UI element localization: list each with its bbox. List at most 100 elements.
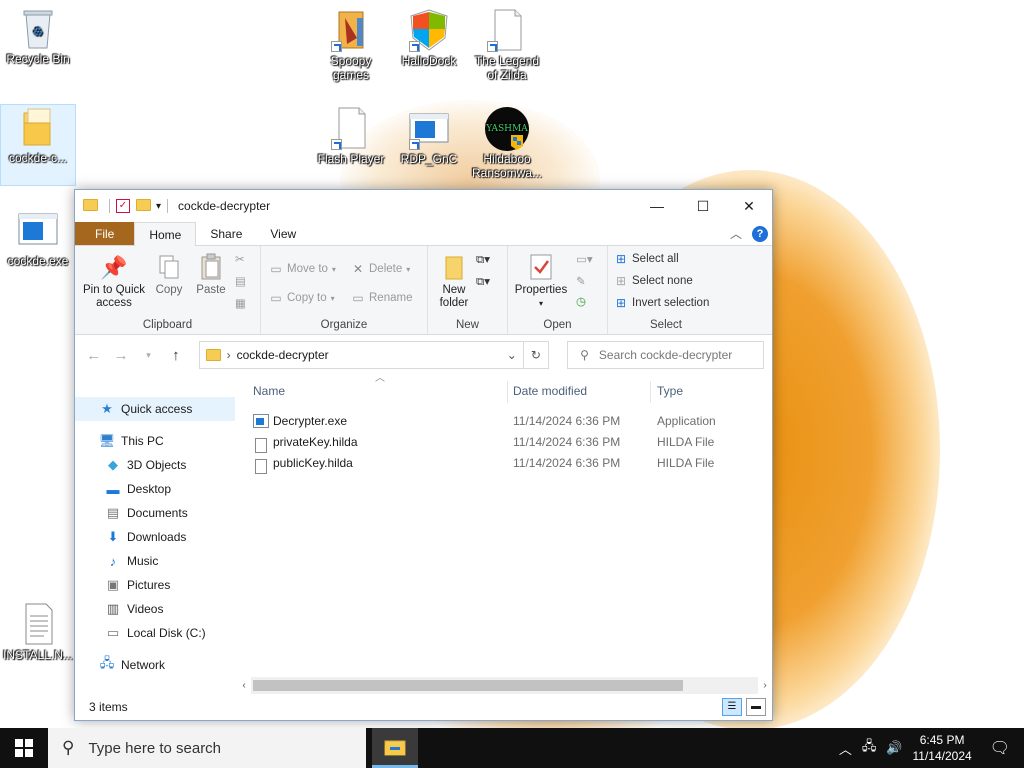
button-label: Move to <box>287 263 328 275</box>
file-row[interactable]: privateKey.hilda 11/14/2024 6:36 PM HILD… <box>245 432 772 453</box>
nav-music[interactable]: ♪ Music <box>75 549 245 573</box>
button-label: New <box>442 284 466 296</box>
edit-icon[interactable]: ✎ <box>576 274 586 288</box>
maximize-button[interactable]: ☐ <box>680 190 726 222</box>
clock[interactable]: 6:45 PM 11/14/2024 <box>913 732 972 764</box>
desktop-icon-cockde-folder[interactable]: cockde-c... <box>0 104 76 186</box>
recent-locations-icon[interactable]: ▾ <box>138 350 159 361</box>
select-all-button[interactable]: ⊞ Select all <box>614 252 679 266</box>
nav-videos[interactable]: ▥ Videos <box>75 597 245 621</box>
nav-local-disk[interactable]: ▭ Local Disk (C:) <box>75 621 245 645</box>
open-icon[interactable]: ▭▾ <box>576 252 593 266</box>
delete-button[interactable]: ✕ Delete ▾ <box>351 262 410 276</box>
history-icon[interactable]: ◷ <box>576 294 586 308</box>
chevron-down-icon[interactable]: ⌄ <box>501 348 523 362</box>
column-header-name[interactable]: Name <box>253 375 285 407</box>
cut-icon[interactable]: ✂ <box>235 252 245 266</box>
details-view-icon[interactable]: ☰ <box>722 698 742 716</box>
volume-icon[interactable]: 🔊 <box>886 740 902 756</box>
nav-label: Downloads <box>127 530 187 544</box>
address-bar[interactable]: › cockde-decrypter ⌄ <box>198 341 524 369</box>
rename-button[interactable]: ▭ Rename <box>351 291 412 305</box>
tab-home[interactable]: Home <box>134 222 197 246</box>
nav-quick-access[interactable]: ★ Quick access <box>75 397 235 421</box>
properties-button[interactable]: Properties ▾ <box>512 252 570 310</box>
easy-access-icon[interactable]: ⧉▾ <box>476 274 490 289</box>
scroll-right-icon[interactable]: › <box>758 680 772 691</box>
nav-pictures[interactable]: ▣ Pictures <box>75 573 245 597</box>
copy-path-icon[interactable]: ▤ <box>235 274 246 288</box>
close-button[interactable]: ✕ <box>726 190 772 222</box>
nav-desktop[interactable]: ▬ Desktop <box>75 477 245 501</box>
title-bar[interactable]: ✓ ▾ cockde-decrypter — ☐ ✕ <box>75 190 772 222</box>
network-icon[interactable]: 🖧 <box>862 737 877 759</box>
refresh-button[interactable]: ↻ <box>523 341 550 369</box>
tab-file[interactable]: File <box>75 222 135 245</box>
minimize-button[interactable]: — <box>634 190 680 222</box>
notifications-icon[interactable]: 🗨 <box>990 738 1010 758</box>
nav-network[interactable]: 🖧 Network <box>75 653 245 677</box>
tab-view[interactable]: View <box>256 222 310 245</box>
desktop-icon-hallodock[interactable]: HalloDock <box>391 8 467 68</box>
desktop-icon-rdp-gnc[interactable]: RDP_GnC <box>391 106 467 166</box>
collapse-ribbon-icon[interactable]: ︿ <box>730 225 742 242</box>
new-folder-button[interactable]: New folder <box>434 252 474 310</box>
paste-shortcut-icon[interactable]: ▦ <box>235 296 246 310</box>
pin-to-quick-access-button[interactable]: 📌 Pin to Quick access <box>81 252 147 310</box>
show-hidden-icons-icon[interactable]: ︿ <box>839 739 852 758</box>
copy-button[interactable]: Copy <box>149 252 189 297</box>
address-path[interactable]: cockde-decrypter <box>237 348 329 362</box>
new-folder-icon[interactable] <box>136 199 151 213</box>
taskbar-file-explorer-button[interactable] <box>372 728 418 768</box>
copy-to-button[interactable]: ▭ Copy to ▾ <box>269 291 334 305</box>
column-header-date-modified[interactable]: Date modified <box>513 375 587 407</box>
file-explorer-window[interactable]: ✓ ▾ cockde-decrypter — ☐ ✕ File Home Sha… <box>74 189 773 721</box>
start-button[interactable] <box>0 728 48 768</box>
properties-check-icon[interactable]: ✓ <box>116 199 130 213</box>
file-row[interactable]: Decrypter.exe 11/14/2024 6:36 PM Applica… <box>245 411 772 432</box>
file-list[interactable]: ︿ Name Date modified Type Decrypter.exe … <box>245 373 772 694</box>
column-header-type[interactable]: Type <box>657 375 683 407</box>
nav-label: Network <box>121 658 166 672</box>
scrollbar-thumb[interactable] <box>253 680 683 691</box>
desktop-icon-install-notes[interactable]: INSTALL.N... <box>0 602 76 662</box>
button-label: Invert selection <box>632 297 710 309</box>
nav-3d-objects[interactable]: ◆ 3D Objects <box>75 453 245 477</box>
nav-documents[interactable]: ▤ Documents <box>75 501 245 525</box>
column-divider[interactable] <box>507 381 508 403</box>
desktop-icon-label: The Legend of Zilda <box>474 54 540 82</box>
desktop-icon-label: cockde.exe <box>7 254 69 268</box>
column-divider[interactable] <box>650 381 651 403</box>
new-item-icon[interactable]: ⧉▾ <box>476 252 490 267</box>
shortcut-arrow-icon <box>487 41 498 52</box>
horizontal-scrollbar[interactable]: ‹ › <box>237 677 772 694</box>
nav-this-pc[interactable]: 🖥 This PC <box>75 429 245 453</box>
desktop-icon-cockde-exe[interactable]: cockde.exe <box>0 208 76 268</box>
taskbar-search-box[interactable]: ⚲ Type here to search <box>48 728 366 768</box>
desktop-icon-legend-of-zilda[interactable]: The Legend of Zilda <box>469 8 545 82</box>
help-icon[interactable]: ? <box>752 225 768 242</box>
nav-downloads[interactable]: ⬇ Downloads <box>75 525 245 549</box>
paste-icon <box>197 252 225 282</box>
button-label: folder <box>439 297 469 309</box>
invert-selection-button[interactable]: ⊞ Invert selection <box>614 296 709 310</box>
desktop-icon-spoopy-games[interactable]: Spoopy games <box>313 8 389 82</box>
paste-button[interactable]: Paste <box>191 252 231 297</box>
desktop-icon-flash-player[interactable]: Flash Player <box>313 106 389 166</box>
back-arrow-icon[interactable]: ← <box>83 347 104 364</box>
forward-arrow-icon[interactable]: → <box>110 347 131 364</box>
desktop-icon-recycle-bin[interactable]: ♻ Recycle Bin <box>0 6 76 66</box>
desktop-icon-hildaboo-ransomware[interactable]: YASHMA Hildaboo Ransomwa... <box>469 106 545 180</box>
file-row[interactable]: publicKey.hilda 11/14/2024 6:36 PM HILDA… <box>245 453 772 474</box>
search-input[interactable]: ⚲ Search cockde-decrypter <box>567 341 765 369</box>
up-arrow-icon[interactable]: ↑ <box>165 347 186 364</box>
scroll-left-icon[interactable]: ‹ <box>237 680 251 691</box>
desktop-icon-label: Recycle Bin <box>6 52 70 66</box>
move-to-button[interactable]: ▭ Move to ▾ <box>269 262 336 276</box>
large-icons-view-icon[interactable]: ▬ <box>746 698 766 716</box>
nav-label: Documents <box>127 506 188 520</box>
tab-share[interactable]: Share <box>196 222 256 245</box>
customize-quick-access-icon[interactable]: ▾ <box>156 201 161 212</box>
select-none-button[interactable]: ⊞ Select none <box>614 274 693 288</box>
nav-label: Pictures <box>127 578 171 592</box>
